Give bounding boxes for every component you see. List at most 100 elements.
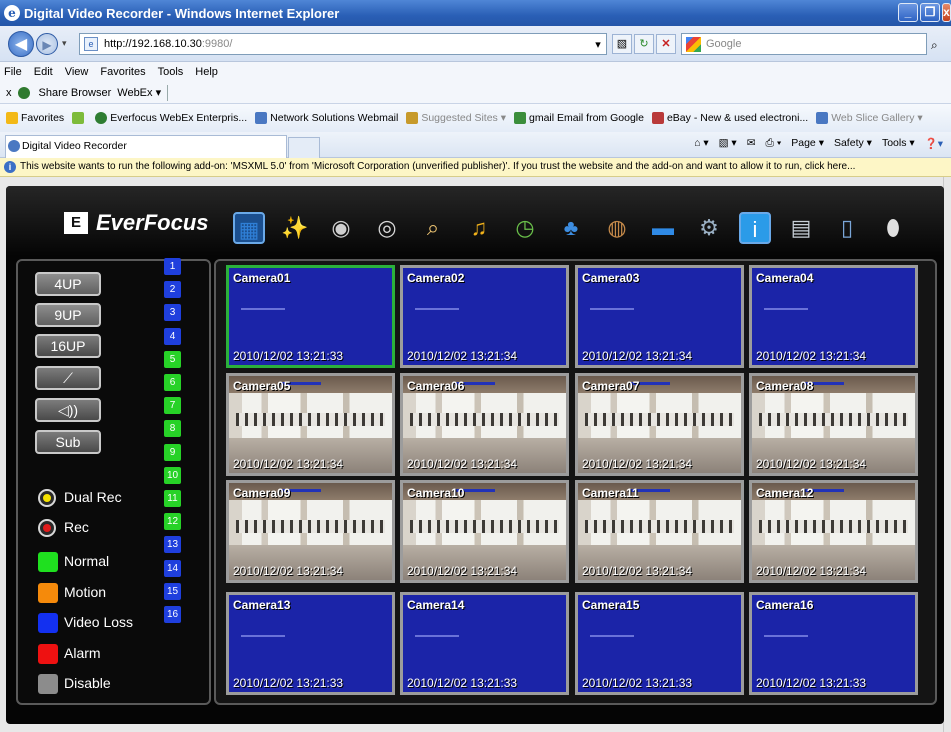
compatibility-icon[interactable]: ▧ <box>612 34 632 54</box>
sub-stream-button[interactable]: Sub <box>35 430 101 454</box>
favorite-link[interactable]: gmail Email from Google <box>514 112 644 125</box>
url-dropdown[interactable]: ▾ <box>588 36 608 56</box>
favorite-link[interactable]: eBay - New & used electroni... <box>651 112 808 125</box>
favorite-link[interactable]: Network Solutions Webmail <box>255 112 398 125</box>
favorite-link[interactable]: Everfocus WebEx Enterpris... <box>95 112 247 125</box>
logout-icon[interactable]: ⬮ <box>877 212 909 244</box>
stop-icon[interactable]: ✕ <box>656 34 676 54</box>
camera-tile[interactable]: Camera01 2010/12/02 13:21:33 <box>226 265 395 368</box>
favorites-button[interactable]: Favorites <box>6 112 64 125</box>
search-icon[interactable]: ⌕ <box>417 212 449 244</box>
channel-number[interactable]: 7 <box>164 397 181 414</box>
channel-number[interactable]: 6 <box>164 374 181 391</box>
camera-tile[interactable]: Camera04 2010/12/02 13:21:34 <box>749 265 918 368</box>
back-button[interactable]: ◀ <box>8 31 34 57</box>
camera-icon[interactable]: ◉ <box>325 212 357 244</box>
microphone-icon: ⟋ <box>63 370 73 386</box>
camera-timestamp: 2010/12/02 13:21:34 <box>233 457 344 471</box>
menu-view[interactable]: View <box>65 66 89 78</box>
menu-edit[interactable]: Edit <box>34 66 53 78</box>
camera-tile[interactable]: Camera09 2010/12/02 13:21:34 <box>226 480 395 583</box>
channel-number[interactable]: 2 <box>164 281 181 298</box>
tools-menu[interactable]: Tools ▾ <box>882 137 915 150</box>
playback-icon[interactable]: ◎ <box>371 212 403 244</box>
display-icon[interactable]: ▬ <box>647 212 679 244</box>
camera-tile[interactable]: Camera05 2010/12/02 13:21:34 <box>226 373 395 476</box>
channel-number[interactable]: 3 <box>164 304 181 321</box>
webex-menu[interactable]: WebEx ▾ <box>117 86 161 99</box>
wizard-icon[interactable]: ✨ <box>279 212 311 244</box>
disk-icon[interactable]: ◍ <box>601 212 633 244</box>
channel-number[interactable]: 13 <box>164 536 181 553</box>
help-icon[interactable]: ❓▾ <box>925 137 943 150</box>
menu-favorites[interactable]: Favorites <box>100 66 145 78</box>
forward-button[interactable]: ▶ <box>36 33 58 55</box>
menu-tools[interactable]: Tools <box>158 66 184 78</box>
layout-9up-button[interactable]: 9UP <box>35 303 101 327</box>
safety-menu[interactable]: Safety ▾ <box>834 137 872 150</box>
page-scrollbar[interactable] <box>943 177 951 732</box>
camera-timestamp: 2010/12/02 13:21:34 <box>756 349 867 363</box>
camera-name: Camera16 <box>756 598 814 612</box>
menu-file[interactable]: File <box>4 66 22 78</box>
channel-number[interactable]: 16 <box>164 606 181 623</box>
tab-digital-video-recorder[interactable]: Digital Video Recorder <box>5 135 287 158</box>
refresh-icon[interactable]: ↻ <box>634 34 654 54</box>
favorite-link[interactable]: Web Slice Gallery ▾ <box>816 112 923 125</box>
search-go-icon[interactable]: ⌕ <box>931 38 938 53</box>
maximize-button[interactable]: ❐ <box>920 3 940 22</box>
layout-16up-button[interactable]: 16UP <box>35 334 101 358</box>
layout-4up-button[interactable]: 4UP <box>35 272 101 296</box>
favorite-link[interactable]: Suggested Sites ▾ <box>406 112 506 125</box>
feeds-icon[interactable]: ▧ ▾ <box>719 137 737 150</box>
print-icon[interactable]: ⎙ ▾ <box>766 137 782 150</box>
channel-number[interactable]: 4 <box>164 328 181 345</box>
search-input[interactable]: Google <box>681 33 927 55</box>
menu-help[interactable]: Help <box>195 66 218 78</box>
channel-number[interactable]: 12 <box>164 513 181 530</box>
channel-number[interactable]: 1 <box>164 258 181 275</box>
url-input[interactable]: e http://192.168.10.30:9980/ <box>79 33 607 55</box>
information-bar[interactable]: i This website wants to run the followin… <box>0 158 951 177</box>
channel-number[interactable]: 10 <box>164 467 181 484</box>
camera-tile[interactable]: Camera14 2010/12/02 13:21:33 <box>400 592 569 695</box>
home-icon[interactable]: ⌂ ▾ <box>694 137 709 150</box>
camera-tile[interactable]: Camera13 2010/12/02 13:21:33 <box>226 592 395 695</box>
settings-icon[interactable]: ⚙ <box>693 212 725 244</box>
camera-tile[interactable]: Camera08 2010/12/02 13:21:34 <box>749 373 918 476</box>
info-icon[interactable]: i <box>739 212 771 244</box>
camera-tile[interactable]: Camera16 2010/12/02 13:21:33 <box>749 592 918 695</box>
microphone-button[interactable]: ⟋ <box>35 366 101 390</box>
channel-number[interactable]: 11 <box>164 490 181 507</box>
share-browser-link[interactable]: Share Browser <box>39 87 112 99</box>
log-search-icon[interactable]: ▯ <box>831 212 863 244</box>
alarm-bell-icon[interactable]: ♫ <box>463 212 495 244</box>
channel-number[interactable]: 15 <box>164 583 181 600</box>
live-view-icon[interactable]: ▦ <box>233 212 265 244</box>
camera-tile[interactable]: Camera12 2010/12/02 13:21:34 <box>749 480 918 583</box>
network-icon[interactable]: ♣ <box>555 212 587 244</box>
links-close-button[interactable]: x <box>6 87 12 99</box>
add-favorite-icon[interactable] <box>72 112 85 124</box>
camera-tile[interactable]: Camera11 2010/12/02 13:21:34 <box>575 480 744 583</box>
camera-tile[interactable]: Camera10 2010/12/02 13:21:34 <box>400 480 569 583</box>
channel-number[interactable]: 8 <box>164 420 181 437</box>
schedule-icon[interactable]: ◷ <box>509 212 541 244</box>
camera-tile[interactable]: Camera07 2010/12/02 13:21:34 <box>575 373 744 476</box>
channel-number[interactable]: 9 <box>164 444 181 461</box>
channel-number[interactable]: 14 <box>164 560 181 577</box>
channel-number[interactable]: 5 <box>164 351 181 368</box>
page-menu[interactable]: Page ▾ <box>791 137 824 150</box>
camera-tile[interactable]: Camera06 2010/12/02 13:21:34 <box>400 373 569 476</box>
legend-disable-swatch <box>38 674 58 694</box>
filmstrip-icon[interactable]: ▤ <box>785 212 817 244</box>
new-tab-button[interactable] <box>288 137 320 158</box>
history-dropdown[interactable]: ▾ <box>62 38 67 49</box>
camera-tile[interactable]: Camera02 2010/12/02 13:21:34 <box>400 265 569 368</box>
camera-tile[interactable]: Camera15 2010/12/02 13:21:33 <box>575 592 744 695</box>
audio-button[interactable]: ◁)) <box>35 398 101 422</box>
mail-icon[interactable]: ✉ <box>747 137 756 150</box>
close-button[interactable]: x <box>942 3 951 22</box>
minimize-button[interactable]: _ <box>898 3 918 22</box>
camera-tile[interactable]: Camera03 2010/12/02 13:21:34 <box>575 265 744 368</box>
